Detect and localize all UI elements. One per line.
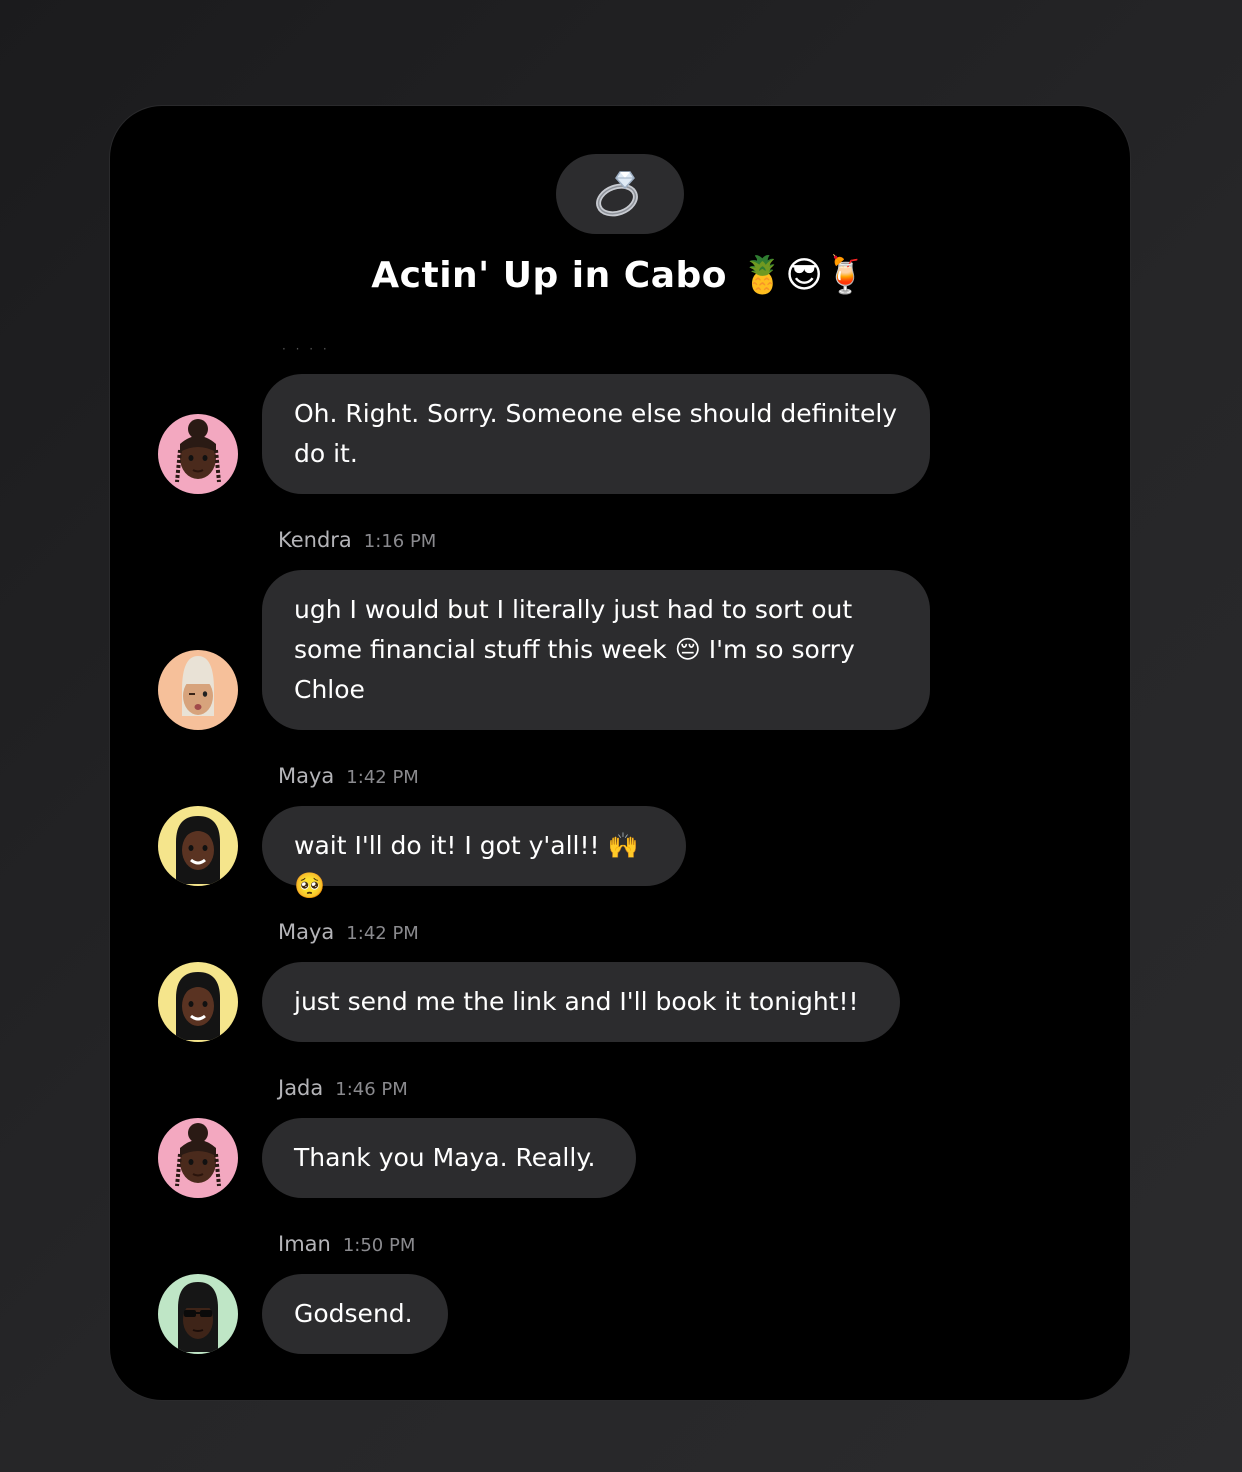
avatar[interactable] bbox=[158, 414, 238, 494]
memoji-bun-braids-icon bbox=[158, 1118, 238, 1198]
avatar[interactable] bbox=[158, 962, 238, 1042]
message-text: Thank you Maya. Really. bbox=[294, 1143, 596, 1172]
sender-name: Maya bbox=[278, 764, 335, 788]
message-time: 1:46 PM bbox=[335, 1079, 408, 1100]
message-text: Oh. Right. Sorry. Someone else should de… bbox=[294, 399, 898, 468]
message-time: 1:50 PM bbox=[342, 1235, 416, 1256]
message-bubble[interactable]: ugh I would but I literally just had to … bbox=[262, 570, 930, 730]
message-text: just send me the link and I'll book it t… bbox=[294, 987, 859, 1016]
message-bubble[interactable]: Godsend. bbox=[262, 1274, 448, 1354]
sender-name: Kendra bbox=[278, 528, 352, 552]
message-header: Iman 1:50 PM bbox=[278, 1232, 415, 1256]
message-header: Kendra 1:16 PM bbox=[278, 528, 436, 552]
message-bubble[interactable]: just send me the link and I'll book it t… bbox=[262, 962, 900, 1042]
group-icon-button[interactable] bbox=[556, 154, 684, 234]
sender-name: Maya bbox=[278, 920, 335, 944]
message-text: Godsend. bbox=[294, 1299, 413, 1328]
sender-name: Jada bbox=[278, 1076, 324, 1100]
group-title[interactable]: Actin' Up in Cabo 🍍😎🍹 bbox=[110, 254, 1130, 296]
avatar[interactable] bbox=[158, 650, 238, 730]
message-time: 1:42 PM bbox=[346, 923, 419, 944]
message-bubble[interactable]: Oh. Right. Sorry. Someone else should de… bbox=[262, 374, 930, 494]
message-header: Maya 1:42 PM bbox=[278, 920, 419, 944]
message-header: Jada 1:46 PM bbox=[278, 1076, 408, 1100]
avatar[interactable] bbox=[158, 1118, 238, 1198]
avatar[interactable] bbox=[158, 806, 238, 886]
memoji-blonde-wink-icon bbox=[158, 650, 238, 730]
memoji-long-black-hair-icon bbox=[158, 806, 238, 886]
scroll-fade-indicator: · · · · bbox=[282, 342, 330, 356]
message-text: wait I'll do it! I got y'all!! 🙌🥺 bbox=[294, 831, 639, 900]
memoji-bun-braids-icon bbox=[158, 414, 238, 494]
message-header: Maya 1:42 PM bbox=[278, 764, 419, 788]
message-time: 1:16 PM bbox=[363, 531, 437, 552]
message-time: 1:42 PM bbox=[346, 767, 419, 788]
memoji-long-black-hair-icon bbox=[158, 962, 238, 1042]
chat-window: Actin' Up in Cabo 🍍😎🍹 · · · · Oh. Right.… bbox=[110, 106, 1130, 1400]
memoji-sunglasses-bangs-icon bbox=[158, 1274, 238, 1354]
ring-icon bbox=[596, 171, 638, 217]
avatar[interactable] bbox=[158, 1274, 238, 1354]
message-bubble[interactable]: Thank you Maya. Really. bbox=[262, 1118, 636, 1198]
message-text: ugh I would but I literally just had to … bbox=[294, 595, 855, 704]
sender-name: Iman bbox=[278, 1232, 331, 1256]
message-bubble[interactable]: wait I'll do it! I got y'all!! 🙌🥺 bbox=[262, 806, 686, 900]
